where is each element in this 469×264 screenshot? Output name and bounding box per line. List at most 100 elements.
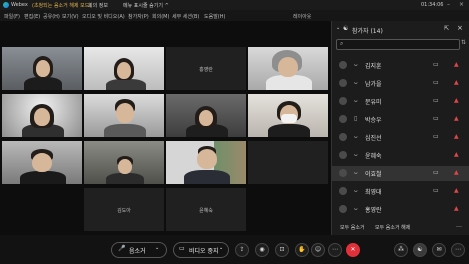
muted-icon[interactable]: ▲: [454, 79, 459, 86]
layout-button[interactable]: 레이아웃: [293, 13, 311, 20]
participant-body: [268, 124, 310, 137]
participant-name-label: 홍영란: [199, 67, 213, 73]
menu-breakout[interactable]: 세부 세션(B): [172, 13, 199, 20]
avatar: [339, 133, 347, 141]
video-tile[interactable]: 홍영란: [166, 47, 246, 90]
camera-icon[interactable]: ▭: [433, 187, 439, 194]
chevron-down-icon[interactable]: ⌄: [219, 245, 223, 251]
share-icon[interactable]: ⇪: [235, 243, 249, 257]
minimize-icon[interactable]: –: [447, 1, 450, 8]
popout-icon[interactable]: ⇱: [444, 25, 449, 32]
hide-menubar-toggle[interactable]: 메뉴 표시줄 숨기기 ^: [123, 2, 169, 9]
video-icon: ▭: [179, 245, 185, 252]
participant-row[interactable]: ᴗ 윤혜숙 ▲: [332, 148, 469, 163]
chat-icon[interactable]: ✉: [432, 243, 446, 257]
mute-button[interactable]: 🎤 음소거 ⌄: [111, 242, 167, 258]
video-tile[interactable]: [84, 47, 164, 90]
unmute-mode-notice: (초청되는 음소거 해제 모드): [32, 3, 92, 9]
video-tile[interactable]: [248, 141, 328, 184]
participant-row[interactable]: ᴗ 심진선 ▭ ▲: [332, 130, 469, 145]
end-meeting-icon[interactable]: ✕: [346, 243, 360, 257]
participant-face: [199, 110, 213, 126]
participants-toggle-icon[interactable]: ☯: [413, 243, 427, 257]
meeting-info-link[interactable]: 회의 정보: [88, 2, 108, 9]
collapse-chevron-icon[interactable]: ⌄: [336, 25, 340, 31]
stop-video-button[interactable]: ▭ 비디오 중지 ⌄: [173, 242, 229, 258]
menu-meeting[interactable]: 회의(M): [152, 13, 169, 20]
chat-icon[interactable]: ▭: [433, 169, 439, 176]
avatar: [339, 187, 347, 195]
muted-icon[interactable]: ▲: [454, 97, 459, 104]
camera-icon[interactable]: ▭: [433, 115, 439, 122]
menu-edit[interactable]: 편집(E): [24, 13, 40, 20]
video-tile[interactable]: 윤혜숙: [166, 188, 246, 231]
video-tile[interactable]: [248, 47, 328, 90]
raise-hand-icon[interactable]: ✋: [295, 243, 309, 257]
menu-help[interactable]: 도움말(H): [204, 13, 225, 20]
muted-icon[interactable]: ▲: [454, 151, 459, 158]
participant-row[interactable]: ᴗ 홍영란 ▲: [332, 202, 469, 217]
muted-icon[interactable]: ▲: [454, 169, 459, 176]
muted-icon[interactable]: ▲: [454, 115, 459, 122]
menu-audio-video[interactable]: 오디오 및 비디오(A): [82, 13, 125, 20]
mic-icon[interactable]: ᴗ: [354, 187, 358, 194]
record-icon[interactable]: ◉: [255, 243, 269, 257]
more-icon[interactable]: ⋯: [328, 243, 342, 257]
camera-icon[interactable]: ▭: [433, 61, 439, 68]
unmute-all-button[interactable]: 모두 음소거 해제: [375, 224, 410, 231]
reactions-icon[interactable]: ☺: [311, 243, 325, 257]
more-options-icon[interactable]: ⋯: [451, 243, 465, 257]
menu-view[interactable]: 보기(V): [62, 13, 79, 20]
mic-icon[interactable]: ᴗ: [354, 79, 358, 86]
muted-icon[interactable]: ▲: [454, 133, 459, 140]
participant-row[interactable]: ᴗ 문유미 ▭ ▲: [332, 94, 469, 109]
meeting-timer: 01:34:06: [421, 2, 444, 8]
participant-search-input[interactable]: ⌕: [336, 39, 460, 50]
muted-icon[interactable]: ▲: [454, 187, 459, 194]
more-options-icon[interactable]: …: [456, 222, 462, 229]
mic-icon[interactable]: ᴗ: [354, 97, 358, 104]
participant-row[interactable]: ▯ 박승우 ▭ ▲: [332, 112, 469, 127]
video-tile[interactable]: [166, 94, 246, 137]
camera-icon[interactable]: ▭: [433, 133, 439, 140]
participant-row[interactable]: ᴗ 김지훈 ▭ ▲: [332, 58, 469, 73]
participant-name: 윤혜숙: [365, 153, 382, 160]
meeting-controls-bar: 🎤 음소거 ⌄ ▭ 비디오 중지 ⌄ ⇪ ◉ ⊡ ✋ ☺ ⋯ ✕ ⁂ ☯ ✉ ⋯: [0, 235, 469, 264]
close-window-icon[interactable]: ×: [459, 1, 464, 8]
mic-icon[interactable]: ᴗ: [354, 205, 358, 212]
chevron-down-icon[interactable]: ⌄: [155, 245, 159, 251]
mic-icon[interactable]: ᴗ: [354, 61, 358, 68]
participant-face: [118, 159, 132, 174]
participant-name: 남가을: [365, 81, 382, 88]
video-tile[interactable]: [2, 94, 82, 137]
menu-file[interactable]: 파일(F): [4, 13, 20, 20]
video-tile[interactable]: [2, 47, 82, 90]
mute-all-button[interactable]: 모두 음소거: [340, 224, 365, 231]
video-tile[interactable]: [166, 141, 246, 184]
participant-row[interactable]: ᴗ 남가을 ▭ ▲: [332, 76, 469, 91]
sort-icon[interactable]: ⇅: [461, 39, 466, 46]
muted-icon[interactable]: ▲: [454, 205, 459, 212]
video-tile[interactable]: [84, 94, 164, 137]
closed-caption-icon[interactable]: ⊡: [275, 243, 289, 257]
video-tile[interactable]: [2, 141, 82, 184]
participant-row[interactable]: ᴗ 최영대 ▭ ▲: [332, 184, 469, 199]
muted-icon[interactable]: ▲: [454, 61, 459, 68]
video-tile[interactable]: [248, 94, 328, 137]
mic-icon[interactable]: ᴗ: [354, 169, 358, 176]
video-tile[interactable]: 김도아: [84, 188, 164, 231]
participant-body: [266, 75, 312, 90]
participant-name: 이효철: [365, 171, 382, 178]
device-icon[interactable]: ▯: [354, 115, 357, 122]
camera-icon[interactable]: ▭: [433, 79, 439, 86]
participant-row[interactable]: ᴗ 이효철 ▭ ▲: [332, 166, 469, 181]
mic-icon[interactable]: ᴗ: [354, 133, 358, 140]
menu-participants[interactable]: 참가자(P): [128, 13, 149, 20]
camera-icon[interactable]: ▭: [433, 97, 439, 104]
mic-icon[interactable]: ᴗ: [354, 151, 358, 158]
close-panel-icon[interactable]: ×: [457, 24, 463, 32]
apps-icon[interactable]: ⁂: [394, 243, 408, 257]
video-tile[interactable]: [84, 141, 164, 184]
participants-icon: ☯: [343, 25, 349, 32]
menu-share[interactable]: 공유(H): [43, 13, 60, 20]
